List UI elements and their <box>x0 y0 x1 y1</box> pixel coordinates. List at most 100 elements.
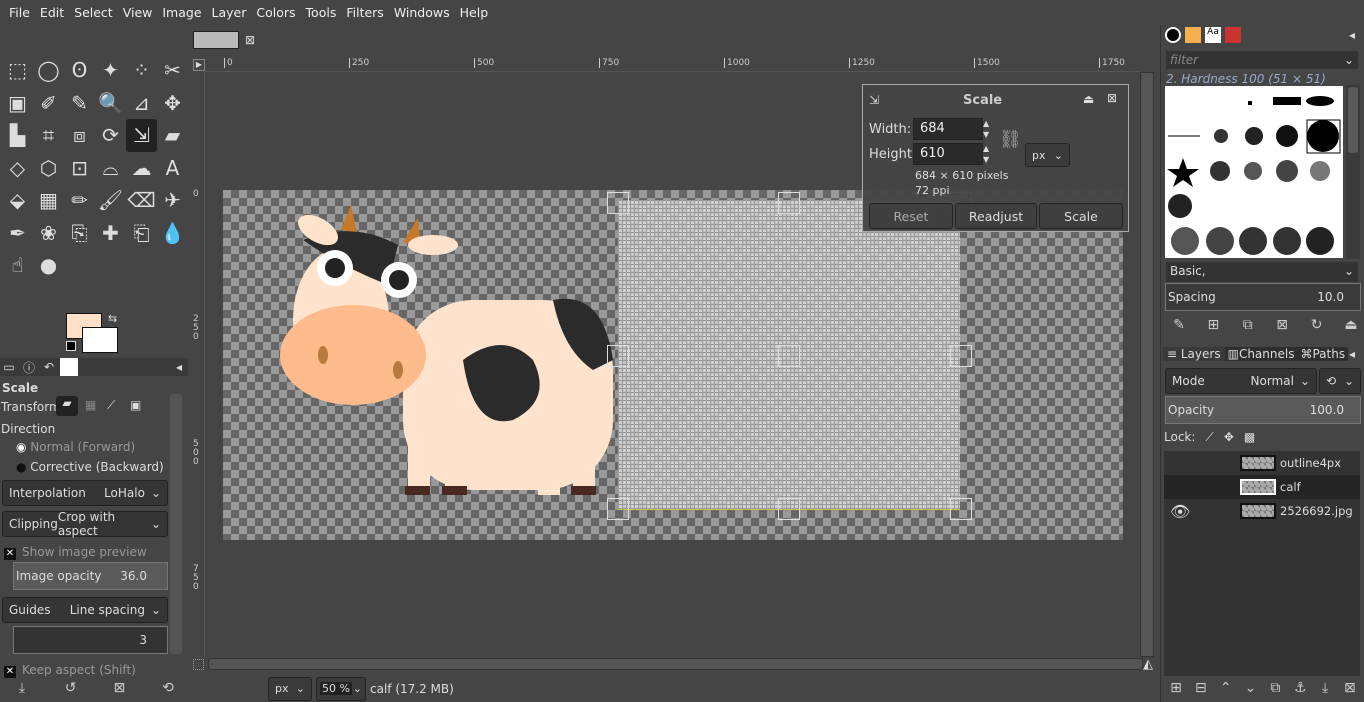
menu-edit[interactable]: Edit <box>35 5 69 20</box>
close-dialog-icon[interactable]: ⊠ <box>1107 91 1117 105</box>
clipping-select[interactable]: Clipping Crop with aspect ⌄ <box>2 510 168 538</box>
direction-corrective-radio[interactable]: ● Corrective (Backward) <box>16 460 164 474</box>
menu-select[interactable]: Select <box>69 5 118 20</box>
align-tool-icon[interactable]: ▙ <box>2 119 33 152</box>
brushes-tab-icon[interactable] <box>1165 27 1181 43</box>
navigate-icon[interactable]: ◭ <box>1143 657 1153 672</box>
height-input[interactable]: 610 <box>913 143 983 165</box>
dodge-burn-tool-icon[interactable]: ● <box>33 249 64 282</box>
direction-normal-radio[interactable]: ◉ Normal (Forward) <box>16 440 135 454</box>
pencil-tool-icon[interactable]: ✏ <box>64 184 95 217</box>
visibility-eye-icon[interactable]: 👁 <box>1170 502 1190 521</box>
menu-colors[interactable]: Colors <box>251 5 300 20</box>
undo-history-tab-icon[interactable]: ↶ <box>40 358 58 376</box>
rotate-tool-icon[interactable]: ⟳ <box>95 119 126 152</box>
quick-mask-menu-icon[interactable]: ▶ <box>193 59 205 71</box>
interpolation-select[interactable]: Interpolation LoHalo ⌄ <box>2 480 168 506</box>
panel-menu-icon[interactable]: ◂ <box>170 358 188 376</box>
scale-handle-left[interactable] <box>607 345 629 367</box>
transform-selection-icon[interactable]: ▦ <box>85 398 96 412</box>
composite-mode-select[interactable]: ⟲ ⌄ <box>1319 368 1361 394</box>
menu-windows[interactable]: Windows <box>389 5 455 20</box>
unit-select[interactable]: px ⌄ <box>1025 143 1070 167</box>
delete-options-icon[interactable]: ⊠ <box>107 680 131 696</box>
menu-view[interactable]: View <box>118 5 158 20</box>
layer-opacity-spinner[interactable]: Opacity 100.0 <box>1165 396 1361 424</box>
scale-handle-bottom-right[interactable] <box>950 498 972 520</box>
lower-layer-icon[interactable]: ⌄ <box>1239 680 1263 696</box>
perspective-clone-tool-icon[interactable]: ⎗ <box>126 217 157 250</box>
paintbrush-tool-icon[interactable]: 🖌 <box>95 184 126 217</box>
3d-transform-tool-icon[interactable]: ⬡ <box>33 152 64 185</box>
scale-button[interactable]: Scale <box>1039 203 1123 229</box>
new-brush-icon[interactable]: ⊞ <box>1201 317 1225 333</box>
eject-icon[interactable]: ⏏ <box>1083 92 1094 106</box>
options-scrollbar[interactable] <box>170 394 182 654</box>
patterns-tab-icon[interactable] <box>1185 27 1201 43</box>
new-layer-icon[interactable]: ⊞ <box>1164 680 1188 696</box>
foreground-select-tool-icon[interactable]: ▣ <box>2 87 33 120</box>
raise-layer-icon[interactable]: ⌃ <box>1214 680 1238 696</box>
measure-tool-icon[interactable]: ⊿ <box>126 87 157 120</box>
images-tab-icon[interactable] <box>60 358 78 376</box>
scale-handle-bottom[interactable] <box>778 498 800 520</box>
menu-file[interactable]: File <box>4 5 35 20</box>
menu-tools[interactable]: Tools <box>301 5 342 20</box>
lock-position-icon[interactable]: ✥ <box>1224 430 1234 445</box>
menu-image[interactable]: Image <box>157 5 206 20</box>
fonts-tab-icon[interactable]: Aa <box>1205 27 1221 43</box>
open-brush-icon[interactable]: ⏏ <box>1339 317 1363 333</box>
airbrush-tool-icon[interactable]: ✈ <box>157 184 188 217</box>
paths-tool-icon[interactable]: ✐ <box>33 87 64 120</box>
scissors-tool-icon[interactable]: ✂ <box>157 54 188 87</box>
guides-select[interactable]: Guides Line spacing ⌄ <box>2 597 168 623</box>
menu-layer[interactable]: Layer <box>207 5 252 20</box>
vertical-scrollbar[interactable] <box>1140 72 1154 657</box>
height-spinner[interactable]: ▲ ▼ <box>983 143 989 165</box>
rect-select-tool-icon[interactable]: ⬚ <box>2 54 33 87</box>
brush-tag-select[interactable]: Basic, ⌄ <box>1166 262 1358 282</box>
transform-layer-icon[interactable]: ▰ <box>56 396 78 416</box>
smudge-tool-icon[interactable]: ☝ <box>2 249 33 282</box>
ink-tool-icon[interactable]: ✒ <box>2 217 33 250</box>
tab-channels[interactable]: ▥Channels <box>1224 347 1298 361</box>
menu-filters[interactable]: Filters <box>341 5 388 20</box>
close-tab-icon[interactable]: ⊠ <box>245 33 255 47</box>
width-spinner[interactable]: ▲ ▼ <box>983 118 989 140</box>
select-by-color-tool-icon[interactable]: ⁘ <box>126 54 157 87</box>
reset-button[interactable]: Reset <box>869 203 953 229</box>
ellipse-select-tool-icon[interactable]: ◯ <box>33 54 64 87</box>
scale-tool-icon[interactable]: ⇲ <box>126 119 157 152</box>
brush-grid[interactable] <box>1165 86 1343 258</box>
scale-handle-bottom-left[interactable] <box>607 498 629 520</box>
layer-row[interactable]: outline4px <box>1164 451 1360 475</box>
panel-menu-icon[interactable]: ◂ <box>1349 347 1355 361</box>
panel-menu-icon[interactable]: ◂ <box>1349 28 1355 42</box>
unit-select[interactable]: px ⌄ <box>268 676 312 701</box>
perspective-tool-icon[interactable]: ◇ <box>2 152 33 185</box>
device-status-tab-icon[interactable]: ⓘ <box>20 358 38 376</box>
handle-transform-tool-icon[interactable]: ⊡ <box>64 152 95 185</box>
transform-image-icon[interactable]: ▣ <box>130 398 141 412</box>
mypaint-tool-icon[interactable]: ❀ <box>33 217 64 250</box>
bucket-fill-tool-icon[interactable]: ⬙ <box>2 184 33 217</box>
tool-options-tab-icon[interactable]: ▭ <box>0 358 18 376</box>
edit-brush-icon[interactable]: ✎ <box>1167 317 1191 333</box>
lock-alpha-icon[interactable]: ▩ <box>1244 430 1255 445</box>
gradient-tool-icon[interactable]: ▦ <box>33 184 64 217</box>
shear-tool-icon[interactable]: ▰ <box>157 119 188 152</box>
brush-filter-input[interactable]: filter ⌄ <box>1166 51 1358 69</box>
merge-down-icon[interactable]: ⤓ <box>1313 680 1337 696</box>
spacing-spinner[interactable]: Spacing 10.0 <box>1165 283 1361 311</box>
tab-layers[interactable]: ≡ Layers <box>1163 347 1225 361</box>
readjust-button[interactable]: Readjust <box>955 203 1037 229</box>
warp-tool-icon[interactable]: ☁ <box>126 152 157 185</box>
free-select-tool-icon[interactable]: ʘ <box>64 54 95 87</box>
layer-row-active[interactable]: calf <box>1164 475 1360 499</box>
duplicate-layer-icon[interactable]: ⧉ <box>1263 680 1287 696</box>
lock-pixels-icon[interactable]: ⟋ <box>1205 430 1213 445</box>
anchor-layer-icon[interactable]: ⚓ <box>1288 680 1312 696</box>
scale-handle-center[interactable] <box>778 345 800 367</box>
refresh-brushes-icon[interactable]: ↻ <box>1305 317 1329 333</box>
fuzzy-select-tool-icon[interactable]: ✦ <box>95 54 126 87</box>
